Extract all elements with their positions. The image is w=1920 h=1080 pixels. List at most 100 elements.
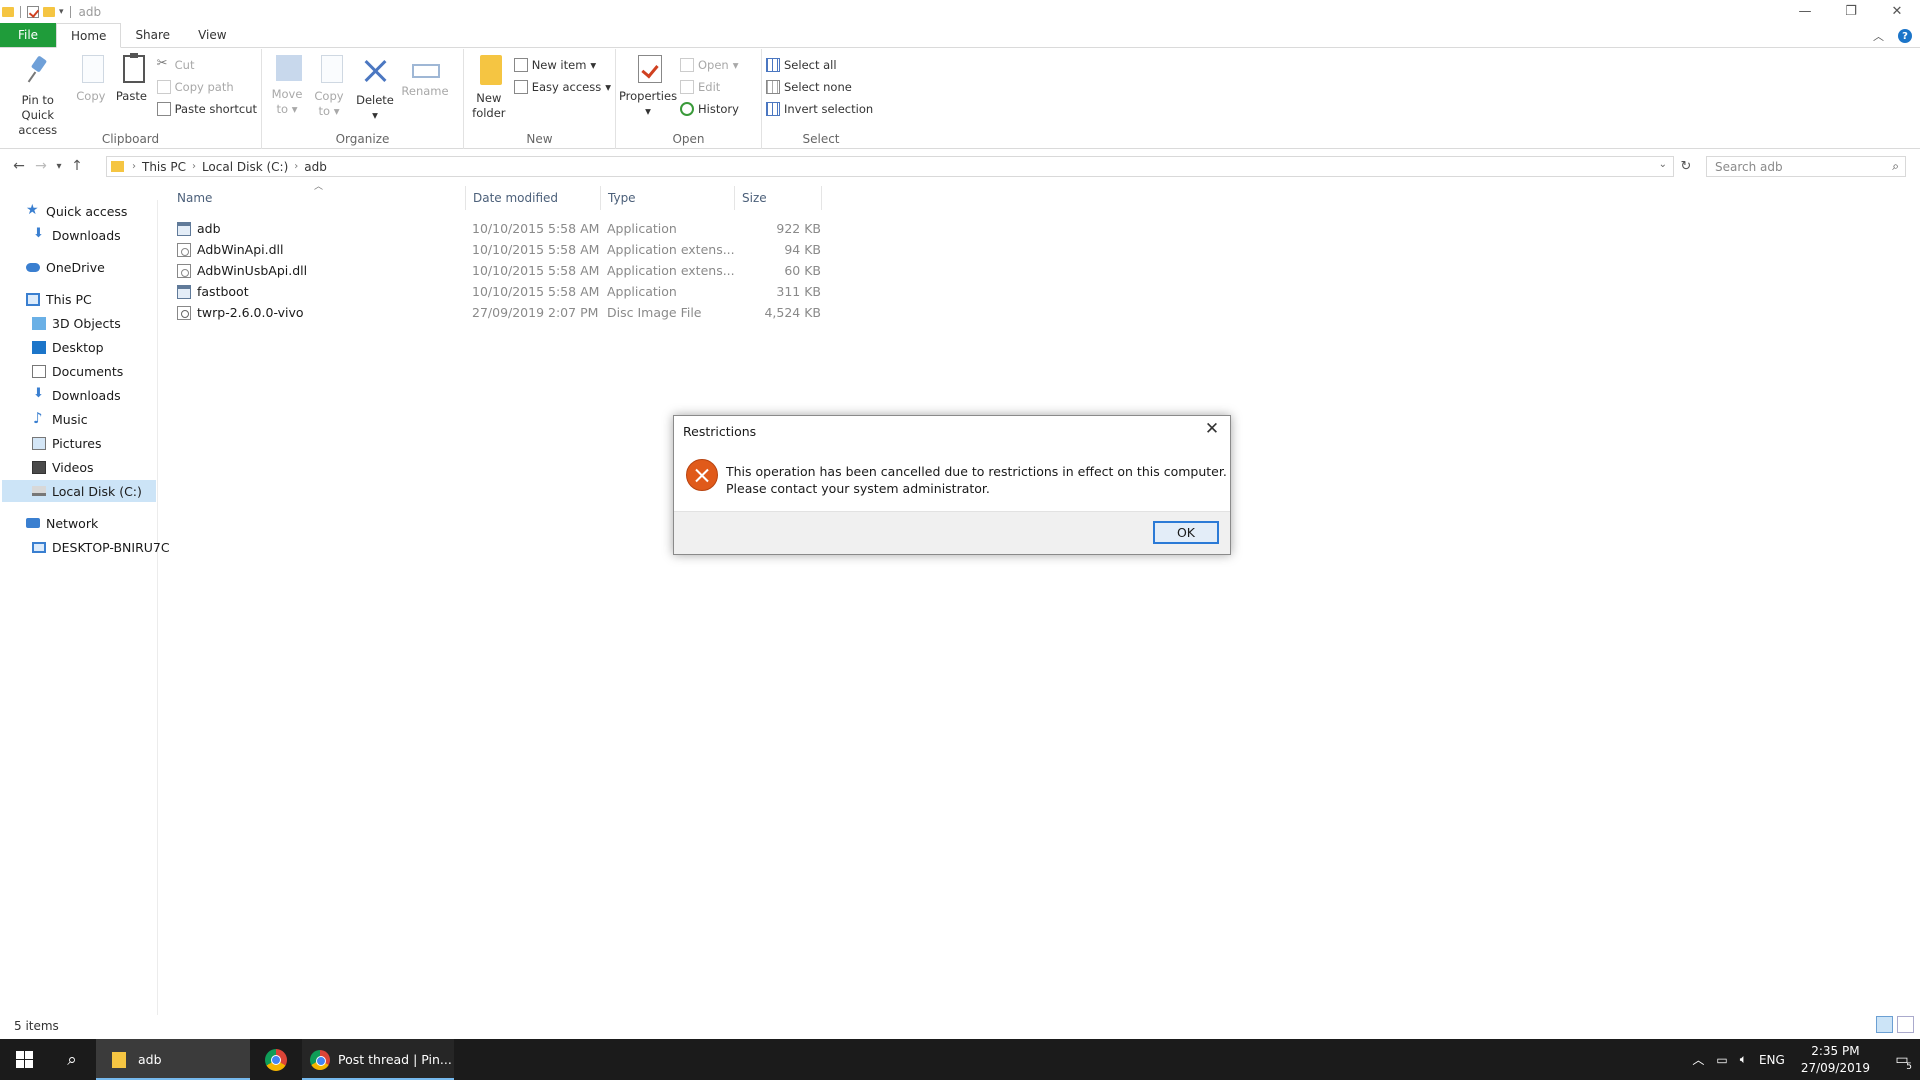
nav-3d-objects[interactable]: 3D Objects [32, 312, 121, 334]
nav-downloads[interactable]: Downloads [32, 384, 121, 406]
nav-pictures[interactable]: Pictures [32, 432, 102, 454]
minimize-ribbon-chevron-icon[interactable]: ︿ [1873, 28, 1884, 44]
address-dropdown-icon[interactable]: ⌄ [1659, 159, 1667, 170]
search-icon[interactable]: ⌕ [1892, 159, 1899, 174]
file-row[interactable]: adb 10/10/2015 5:58 AM Application 922 K… [170, 218, 830, 239]
history-button[interactable]: History [680, 99, 739, 118]
clock-date: 27/09/2019 [1800, 1060, 1870, 1075]
file-row[interactable]: twrp-2.6.0.0-vivo 27/09/2019 2:07 PM Dis… [170, 302, 830, 323]
volume-icon[interactable]: 🔈︎ [1740, 1052, 1747, 1067]
clipboard-group-label: Clipboard [101, 132, 160, 146]
nav-onedrive[interactable]: OneDrive [26, 256, 105, 278]
paste-shortcut-button[interactable]: Paste shortcut [156, 99, 257, 118]
column-header-date-modified[interactable]: Date modified [466, 186, 601, 210]
properties-quick-icon[interactable] [27, 6, 39, 18]
new-item-button[interactable]: New item ▾ [513, 55, 611, 74]
view-toggle [1876, 1016, 1914, 1033]
nav-this-pc[interactable]: This PC [26, 288, 92, 310]
dialog-close-icon[interactable]: ✕ [1203, 420, 1221, 438]
dll-icon [177, 242, 191, 257]
help-icon[interactable]: ? [1898, 29, 1912, 43]
recent-locations-chevron-icon[interactable]: ▾ [52, 161, 66, 172]
up-arrow-icon[interactable]: ↑ [66, 158, 88, 174]
details-view-icon[interactable] [1876, 1016, 1893, 1033]
network-status-icon[interactable]: ▭ [1716, 1053, 1727, 1067]
forward-arrow-icon[interactable]: → [30, 158, 52, 174]
address-bar[interactable]: › This PC › Local Disk (C:) › adb ⌄ [106, 156, 1674, 177]
dialog-footer: OK [674, 511, 1230, 554]
easy-access-button[interactable]: Easy access ▾ [513, 77, 611, 96]
restore-button[interactable]: ❐ [1828, 0, 1874, 22]
breadcrumb-this-pc[interactable]: This PC [142, 160, 186, 174]
nav-music[interactable]: Music [32, 408, 88, 430]
breadcrumb-chevron-icon[interactable]: › [132, 161, 136, 172]
nav-quick-downloads[interactable]: Downloads [32, 224, 121, 246]
back-arrow-icon[interactable]: ← [8, 158, 30, 174]
ok-button[interactable]: OK [1153, 521, 1219, 544]
open-button[interactable]: Open ▾ [680, 55, 739, 74]
dialog-message: This operation has been cancelled due to… [726, 464, 1227, 496]
invert-selection-icon [766, 101, 780, 116]
file-size: 4,524 KB [764, 305, 821, 320]
select-all-button[interactable]: Select all [766, 55, 873, 74]
clock[interactable]: 2:35 PM 27/09/2019 [1801, 1043, 1870, 1077]
taskbar-search-icon[interactable]: ⌕ [48, 1039, 96, 1080]
large-icons-view-icon[interactable] [1897, 1016, 1914, 1033]
start-button[interactable] [0, 1039, 48, 1080]
refresh-icon[interactable]: ↻ [1676, 156, 1696, 177]
nav-network[interactable]: Network [26, 512, 98, 534]
file-row[interactable]: AdbWinApi.dll 10/10/2015 5:58 AM Applica… [170, 239, 830, 260]
nav-documents[interactable]: Documents [32, 360, 123, 382]
breadcrumb-local-disk[interactable]: Local Disk (C:) [202, 160, 288, 174]
nav-local-disk[interactable]: Local Disk (C:) [2, 480, 156, 502]
file-row[interactable]: fastboot 10/10/2015 5:58 AM Application … [170, 281, 830, 302]
file-type: Application extens... [607, 242, 735, 257]
tab-home[interactable]: Home [56, 23, 122, 48]
taskbar-chrome-button[interactable] [250, 1039, 302, 1080]
nav-desktop[interactable]: Desktop [32, 336, 104, 358]
nav-quick-access[interactable]: Quick access [26, 200, 127, 222]
new-folder-quick-icon[interactable] [43, 7, 55, 17]
minimize-button[interactable]: — [1782, 0, 1828, 22]
edit-button[interactable]: Edit [680, 77, 739, 96]
delete-x-icon [359, 55, 391, 87]
input-language[interactable]: ENG [1759, 1053, 1785, 1067]
action-center-button[interactable]: ▭ 5 [1884, 1039, 1920, 1080]
invert-selection-button[interactable]: Invert selection [766, 99, 873, 118]
search-input[interactable]: Search adb ⌕ [1706, 156, 1906, 177]
computer-icon [32, 541, 46, 553]
taskbar-explorer-button[interactable]: adb [96, 1039, 250, 1080]
nav-network-host[interactable]: DESKTOP-BNIRU7C [32, 536, 170, 558]
tab-share[interactable]: Share [121, 23, 184, 47]
file-row[interactable]: AdbWinUsbApi.dll 10/10/2015 5:58 AM Appl… [170, 260, 830, 281]
nav-videos[interactable]: Videos [32, 456, 94, 478]
column-header-name[interactable]: Name [170, 186, 466, 210]
breadcrumb-chevron-icon[interactable]: › [192, 161, 196, 172]
cut-button[interactable]: Cut [157, 55, 257, 74]
breadcrumb-chevron-icon[interactable]: › [294, 161, 298, 172]
column-header-size[interactable]: Size [735, 186, 822, 210]
close-button[interactable]: ✕ [1874, 0, 1920, 22]
history-icon [680, 101, 694, 116]
taskbar-chrome-window-button[interactable]: Post thread | Pin... [302, 1039, 454, 1080]
new-group-label: New [526, 132, 553, 146]
copy-path-button[interactable]: Copy path [156, 77, 257, 96]
file-date: 10/10/2015 5:58 AM [472, 284, 600, 299]
dll-icon [177, 263, 191, 278]
show-hidden-icons-chevron-icon[interactable]: ︿ [1692, 1051, 1704, 1068]
download-arrow-icon [32, 386, 46, 402]
select-group-label: Select [802, 132, 840, 146]
rename-icon [412, 64, 440, 78]
file-date: 10/10/2015 5:58 AM [472, 242, 600, 257]
taskbar: ⌕ adb Post thread | Pin... ︿ ▭ 🔈︎ ENG 2:… [0, 1039, 1920, 1080]
file-date: 10/10/2015 5:58 AM [472, 263, 600, 278]
breadcrumb-adb[interactable]: adb [304, 160, 327, 174]
tab-view[interactable]: View [184, 23, 240, 47]
window-title: adb [78, 5, 102, 19]
select-none-button[interactable]: Select none [766, 77, 873, 96]
tab-file[interactable]: File [0, 23, 56, 47]
folder-icon [112, 1051, 126, 1068]
customize-quick-access-arrow[interactable]: ▾ [59, 7, 64, 17]
column-header-type[interactable]: Type [601, 186, 735, 210]
select-group: Select all Select none Invert selection … [762, 49, 880, 149]
